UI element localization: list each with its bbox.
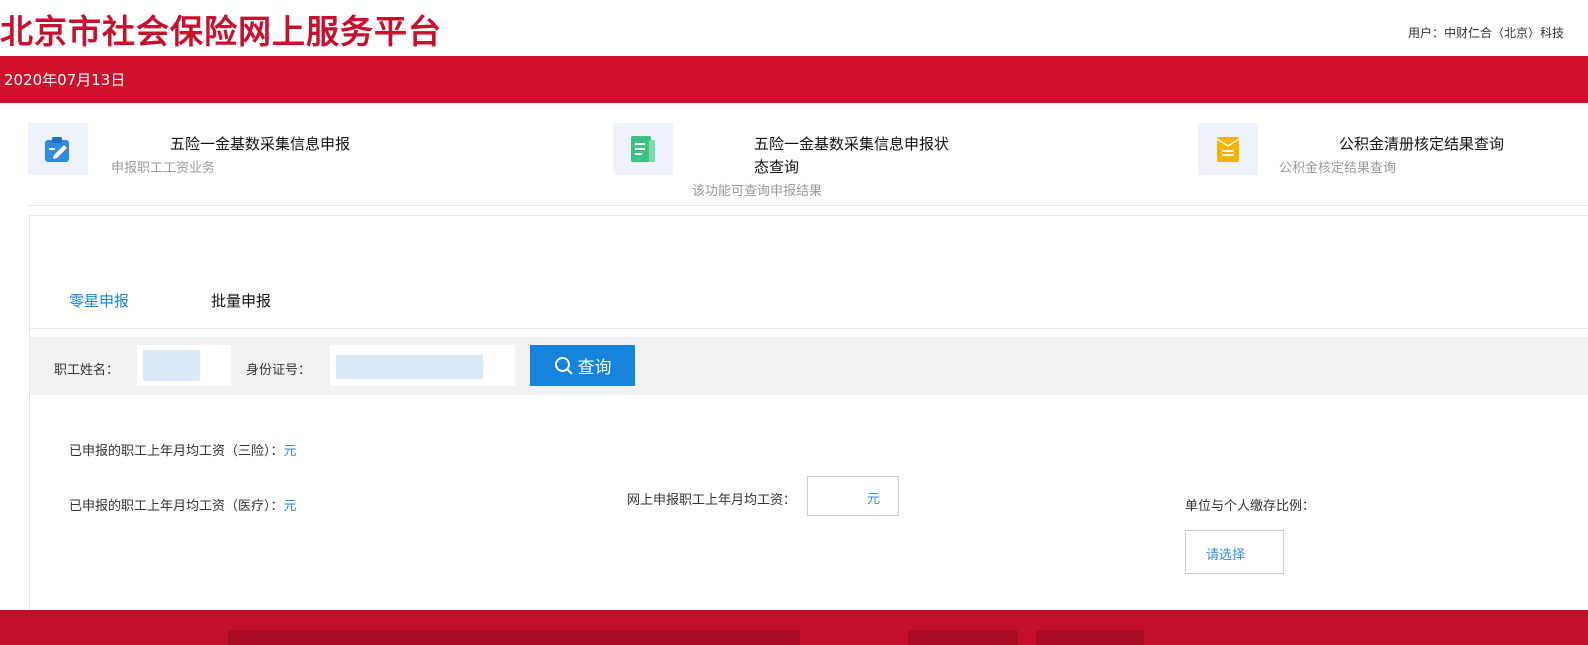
section-divider (28, 205, 1588, 206)
online-salary-input[interactable]: 元 (807, 476, 899, 516)
medical-label: 已申报的职工上年月均工资（医疗）：元 (69, 499, 297, 514)
id-label: 身份证号： (246, 363, 312, 378)
footer-bar (0, 610, 1588, 645)
card-title[interactable]: 五险一金基数采集信息申报 (170, 133, 350, 156)
three-insurance-label: 已申报的职工上年月均工资（三险）：元 (69, 444, 297, 459)
current-date: 2020年07月13日 (4, 71, 126, 89)
name-input[interactable] (137, 345, 231, 386)
query-button[interactable]: 查询 (530, 345, 635, 386)
clipboard-pen-icon (28, 123, 88, 175)
card-title-line2[interactable]: 态查询 (754, 156, 799, 179)
online-salary-label: 网上申报职工上年月均工资： (627, 493, 797, 508)
card-fund-result[interactable] (1198, 123, 1258, 175)
redacted-value (143, 350, 200, 381)
document-list-icon (613, 123, 673, 175)
search-icon (554, 356, 573, 375)
tab-divider (30, 328, 1588, 329)
envelope-icon (1198, 123, 1258, 175)
footer-segment (908, 630, 1018, 645)
card-subtitle: 公积金核定结果查询 (1279, 161, 1397, 176)
tab-sporadic-declare[interactable]: 零星申报 (69, 290, 129, 311)
main-panel (29, 215, 1588, 616)
id-input[interactable] (330, 345, 515, 386)
card-salary-declare[interactable] (28, 123, 88, 175)
user-info: 用户：中财仁合（北京）科技 (1408, 26, 1565, 40)
unit-label: 元 (283, 499, 297, 514)
site-title: 北京市社会保险网上服务平台 (0, 12, 442, 51)
name-label: 职工姓名： (54, 363, 120, 378)
ratio-select-value: 请选择 (1206, 548, 1246, 563)
query-label: 查询 (577, 358, 612, 378)
card-title[interactable]: 公积金清册核定结果查询 (1339, 133, 1504, 156)
card-subtitle: 该功能可查询申报结果 (692, 184, 823, 199)
unit-label: 元 (867, 492, 881, 507)
card-declare-status[interactable] (613, 123, 673, 175)
footer-segment (1036, 630, 1144, 645)
ratio-select[interactable]: 请选择 (1185, 530, 1284, 574)
footer-segment (228, 630, 800, 645)
card-title-line1[interactable]: 五险一金基数采集信息申报状 (754, 133, 949, 156)
unit-label: 元 (283, 444, 297, 459)
red-header-bar: 2020年07月13日 (0, 56, 1588, 103)
redacted-value (336, 355, 483, 379)
card-subtitle: 申报职工工资业务 (111, 161, 216, 176)
ratio-label: 单位与个人缴存比例： (1185, 499, 1316, 514)
tab-batch-declare[interactable]: 批量申报 (211, 290, 271, 311)
